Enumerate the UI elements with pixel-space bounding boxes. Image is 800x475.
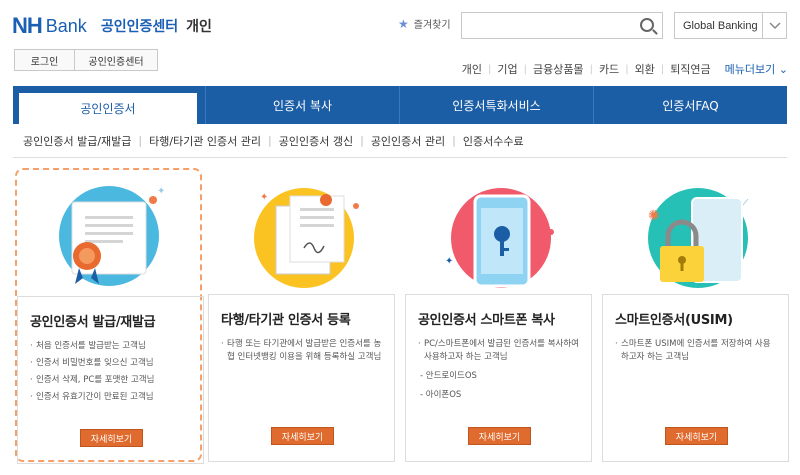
separator: | [523,63,527,75]
card-body: 타행/타기관 인증서 등록 타행 또는 타기관에서 발급받은 인증서를 농협 인… [208,294,395,462]
card-list: PC/스마트폰에서 발급된 인증서를 복사하여 사용하고자 하는 고객님 [418,338,579,364]
usim-lock-illustration: ✺ ⟋ [602,168,789,294]
logo-center-text: 공인인증센터 [100,19,179,35]
sub-item-android: - 안드로이드OS [420,371,477,381]
separator: | [268,134,272,147]
logo-personal-text: 개인 [186,19,212,35]
separator: | [138,134,143,147]
certificate-illustration: ✦ [17,170,204,296]
separator: | [487,63,492,75]
list-item: 인증서 유효기간이 만료된 고객님 [30,391,191,404]
util-link-business[interactable]: 기업 [497,61,517,77]
list-item: 인증서 삭제, PC를 포맷한 고객님 [30,374,191,387]
card-body: 공인인증서 발급/재발급 처음 인증서를 발급받는 고객님 인증서 비밀번호를 … [17,296,204,464]
login-buttons: 로그인 공인인증센터 [14,49,158,71]
card-issue: ✦ 공인인증서 발급/재발급 처음 인증서를 발급받는 고객님 인증서 비밀번호… [15,168,204,464]
list-item: 스마트폰 USIM에 인증서를 저장하여 사용하고자 하는 고객님 [615,338,776,364]
chevron-down-icon[interactable] [762,13,786,38]
list-item: 처음 인증서를 발급받는 고객님 [30,340,191,353]
tab-faq[interactable]: 인증서FAQ [593,86,787,124]
svg-text:✦: ✦ [445,256,453,267]
detail-button[interactable]: 자세히보기 [665,427,728,445]
util-link-card[interactable]: 카드 [599,61,619,77]
logo-bank-text: Bank [45,15,87,36]
card-usim: ✺ ⟋ 스마트인증서(USIM) 스마트폰 USIM에 인증서를 저장하여 사용… [602,168,789,462]
sub-item-ios: - 아이폰OS [420,390,462,400]
nh-bank-logo[interactable]: NH Bank 공인인증센터 개인 [12,13,212,38]
tab-certificate[interactable]: 공인인증서 [19,93,197,124]
main-tabs: 공인인증서 인증서 복사 인증서특화서비스 인증서FAQ [13,86,787,124]
favorites-link[interactable]: ★ 즐겨찾기 [398,16,451,32]
global-banking-select[interactable]: Global Banking [674,12,787,39]
card-other-bank: ✦ 타행/타기관 인증서 등록 타행 또는 타기관에서 발급받은 인증서를 농협… [208,168,395,462]
smartphone-key-illustration: ✦ [405,168,592,294]
card-title: 타행/타기관 인증서 등록 [221,313,351,328]
subnav-item-other-bank[interactable]: 타행/타기관 인증서 관리 [149,133,261,149]
list-item: 인증서 비밀번호를 잊으신 고객님 [30,357,191,370]
document-sign-illustration: ✦ [208,168,395,294]
star-icon: ★ [398,16,409,31]
subnav-item-manage[interactable]: 공인인증서 관리 [371,133,445,149]
card-title: 공인인증서 스마트폰 복사 [418,313,555,328]
svg-text:✦: ✦ [157,186,165,197]
card-title: 공인인증서 발급/재발급 [30,315,156,330]
card-list: 처음 인증서를 발급받는 고객님 인증서 비밀번호를 잊으신 고객님 인증서 삭… [30,340,191,404]
subnav-item-issue[interactable]: 공인인증서 발급/재발급 [23,133,131,149]
separator: | [452,134,456,147]
card-body: 스마트인증서(USIM) 스마트폰 USIM에 인증서를 저장하여 사용하고자 … [602,294,789,462]
search-icon[interactable] [640,18,654,32]
card-title: 스마트인증서(USIM) [615,313,733,328]
login-button[interactable]: 로그인 [14,49,75,71]
detail-button[interactable]: 자세히보기 [271,427,334,445]
detail-button[interactable]: 자세히보기 [80,429,143,447]
subnav-item-renew[interactable]: 공인인증서 갱신 [279,133,353,149]
search-box [461,12,663,39]
separator: | [660,63,665,75]
list-item: 타행 또는 타기관에서 발급받은 인증서를 농협 인터넷뱅킹 이용을 위해 등록… [221,338,382,364]
util-link-personal[interactable]: 개인 [462,61,482,77]
tab-cert-copy[interactable]: 인증서 복사 [205,86,399,124]
card-body: 공인인증서 스마트폰 복사 PC/스마트폰에서 발급된 인증서를 복사하여 사용… [405,294,592,462]
menu-more-link[interactable]: 메뉴더보기 ⌄ [725,61,788,77]
svg-text:✦: ✦ [260,192,268,203]
logo-nh-text: NH [12,13,43,38]
svg-text:✺: ✺ [648,208,660,224]
util-link-forex[interactable]: 외환 [635,61,655,77]
util-link-products[interactable]: 금융상품몰 [533,61,584,77]
search-input[interactable] [462,13,632,38]
favorites-label: 즐겨찾기 [413,20,451,31]
sub-navigation: 공인인증서 발급/재발급 | 타행/타기관 인증서 관리 | 공인인증서 갱신 | 공… [13,124,787,158]
utility-nav: 개인 | 기업 | 금융상품몰 | 카드 | 외환 | 퇴직연금 메뉴더보기 ⌄ [462,61,788,77]
separator: | [589,63,593,75]
separator: | [625,63,629,75]
detail-button[interactable]: 자세히보기 [468,427,531,445]
separator: | [360,134,364,147]
cert-center-button[interactable]: 공인인증센터 [74,49,158,71]
card-list: 스마트폰 USIM에 인증서를 저장하여 사용하고자 하는 고객님 [615,338,776,364]
util-link-pension[interactable]: 퇴직연금 [670,61,710,77]
card-list: 타행 또는 타기관에서 발급받은 인증서를 농협 인터넷뱅킹 이용을 위해 등록… [221,338,382,364]
global-banking-label: Global Banking [683,19,758,32]
card-smartphone-copy: ✦ 공인인증서 스마트폰 복사 PC/스마트폰에서 발급된 인증서를 복사하여 … [405,168,592,462]
subnav-item-fee[interactable]: 인증서수수료 [463,133,524,149]
list-item: PC/스마트폰에서 발급된 인증서를 복사하여 사용하고자 하는 고객님 [418,338,579,364]
tab-special-service[interactable]: 인증서특화서비스 [399,86,593,124]
